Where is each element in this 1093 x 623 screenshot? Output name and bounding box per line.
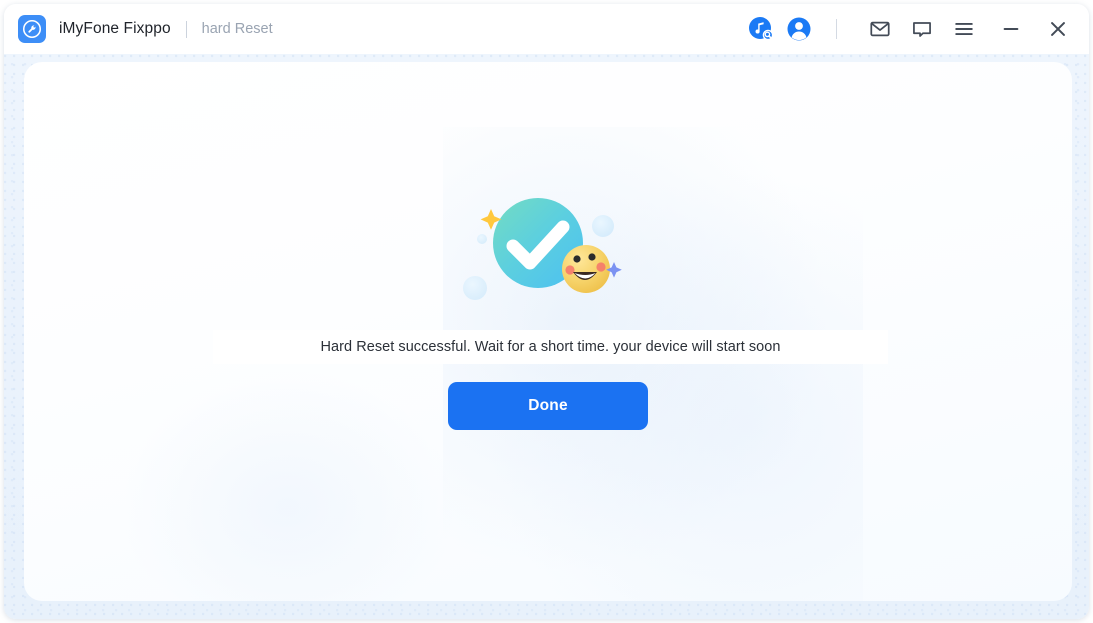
status-message-band: Hard Reset successful. Wait for a short … — [213, 330, 888, 364]
account-avatar-icon[interactable] — [784, 14, 814, 44]
window-body: Hard Reset successful. Wait for a short … — [4, 54, 1089, 619]
center-stack: Hard Reset successful. Wait for a short … — [24, 62, 1072, 601]
page-title: hard Reset — [201, 21, 273, 37]
wrench-circle-logo-icon — [18, 15, 46, 43]
app-window: iMyFone Fixppo hard Reset Hard Reset suc… — [4, 4, 1089, 619]
menu-hamburger-icon[interactable] — [949, 14, 979, 44]
title-divider — [185, 20, 187, 38]
close-icon[interactable] — [1043, 14, 1073, 44]
app-title: iMyFone Fixppo — [59, 20, 171, 37]
titlebar-actions — [738, 14, 1073, 44]
done-button[interactable]: Done — [448, 382, 648, 430]
brand-group: iMyFone Fixppo hard Reset — [18, 15, 273, 43]
titlebar-divider — [836, 19, 837, 39]
content-panel: Hard Reset successful. Wait for a short … — [24, 62, 1072, 601]
music-search-icon[interactable] — [746, 14, 776, 44]
status-message-text: Hard Reset successful. Wait for a short … — [320, 339, 781, 355]
minimize-icon[interactable] — [996, 14, 1026, 44]
mail-icon[interactable] — [865, 14, 895, 44]
feedback-chat-icon[interactable] — [907, 14, 937, 44]
success-check-illustration — [458, 184, 638, 314]
titlebar: iMyFone Fixppo hard Reset — [4, 4, 1089, 54]
